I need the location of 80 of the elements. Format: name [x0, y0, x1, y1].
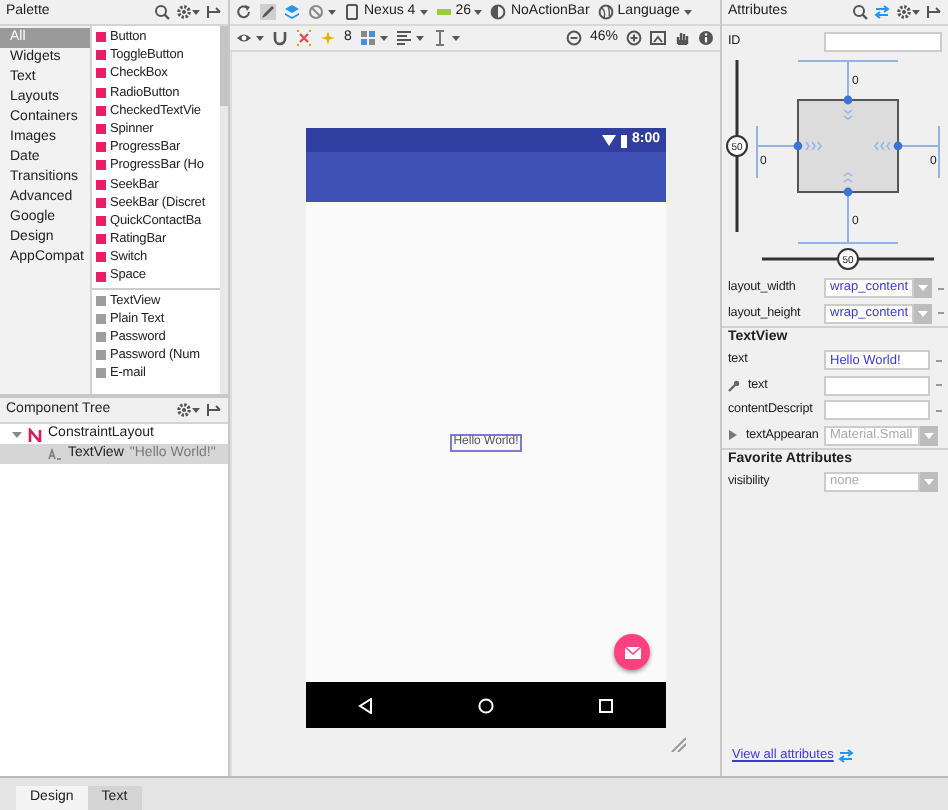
caret-icon: [924, 431, 934, 440]
caret-icon: [451, 34, 460, 42]
pan-icon[interactable]: [674, 30, 690, 46]
scrollbar-thumb[interactable]: [220, 26, 228, 106]
settings-icon[interactable]: [896, 4, 912, 20]
search-icon[interactable]: [852, 4, 868, 20]
night-mode-button[interactable]: [308, 4, 336, 20]
pin-icon[interactable]: [206, 402, 222, 418]
layout-icon: [28, 427, 42, 441]
horizontal-bias-slider[interactable]: [762, 248, 934, 270]
caret-icon: [379, 34, 388, 42]
constraint-line: [897, 125, 940, 179]
swap-icon[interactable]: [874, 4, 890, 20]
caret-icon: [192, 8, 200, 16]
vertical-bias-slider[interactable]: [726, 60, 748, 232]
caret-icon: [415, 34, 424, 42]
vertical-bias-thumb[interactable]: [726, 135, 748, 157]
theme-icon: [490, 3, 507, 20]
caret-icon: [192, 406, 200, 414]
settings-icon[interactable]: [176, 4, 192, 20]
guideline-icon: [431, 30, 448, 46]
expand-arrow-icon[interactable]: [728, 430, 738, 441]
swap-icon[interactable]: [837, 747, 854, 764]
info-icon[interactable]: [698, 30, 714, 46]
design-mode-button[interactable]: [260, 4, 276, 20]
recents-icon[interactable]: [598, 697, 614, 713]
constraint-line: [797, 60, 899, 101]
settings-icon[interactable]: [176, 402, 192, 418]
globe-icon: [597, 3, 614, 20]
layers-icon[interactable]: [284, 4, 300, 20]
caret-icon: [918, 284, 929, 293]
zoom-in-icon[interactable]: [626, 30, 642, 46]
search-icon[interactable]: [154, 4, 170, 20]
constraint-handle[interactable]: [843, 187, 853, 197]
phone-icon: [344, 3, 360, 20]
horizontal-bias-thumb[interactable]: [837, 248, 859, 270]
caret-icon: [474, 7, 483, 16]
constraint-line: [756, 125, 799, 179]
no-symbol-icon: [308, 4, 324, 20]
view-options-button[interactable]: [236, 30, 264, 46]
align-button[interactable]: [395, 30, 424, 46]
android-icon: [435, 3, 452, 20]
resize-handle-icon[interactable]: [670, 736, 686, 752]
collapse-arrow-icon[interactable]: [12, 429, 22, 439]
text-field[interactable]: [824, 375, 930, 396]
constraint-line: [797, 191, 899, 244]
caret-icon: [256, 34, 264, 42]
floating-action-button[interactable]: [614, 634, 650, 670]
battery-icon: [619, 133, 628, 147]
caret-icon: [419, 7, 428, 16]
home-icon[interactable]: [478, 697, 494, 713]
caret-icon: [328, 8, 336, 16]
pencil-icon: [260, 4, 276, 20]
zoom-fit-icon[interactable]: [650, 30, 666, 46]
constraint-handle[interactable]: [893, 141, 903, 151]
wifi-icon: [601, 134, 616, 146]
envelope-icon: [623, 645, 641, 659]
guidelines-button[interactable]: [431, 30, 460, 46]
wrench-icon: [728, 379, 740, 392]
caret-icon: [683, 7, 692, 16]
constraint-box: [797, 99, 899, 193]
grid-icon: [359, 30, 376, 46]
clear-constraints-icon[interactable]: [296, 30, 312, 46]
caret-icon: [912, 8, 920, 16]
text-field[interactable]: [824, 400, 930, 421]
id-field[interactable]: [824, 31, 942, 51]
caret-icon: [924, 478, 934, 487]
constraint-handle[interactable]: [793, 141, 803, 151]
refresh-icon[interactable]: [236, 4, 252, 20]
magnet-icon[interactable]: [272, 30, 288, 46]
pin-icon[interactable]: [926, 4, 942, 20]
caret-icon: [918, 309, 929, 318]
eye-icon: [236, 30, 252, 46]
pin-icon[interactable]: [206, 4, 222, 20]
text-icon: [48, 448, 62, 460]
back-icon[interactable]: [358, 697, 374, 713]
constraint-handle[interactable]: [843, 95, 853, 105]
pack-button[interactable]: [359, 30, 388, 46]
zoom-out-icon[interactable]: [565, 30, 582, 46]
align-icon: [395, 30, 412, 46]
